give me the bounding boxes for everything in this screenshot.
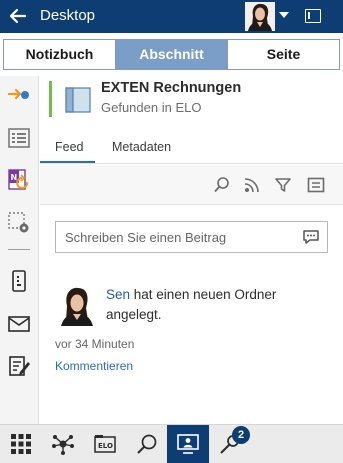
view-segments: Notizbuch Abschnitt Seite: [3, 39, 340, 70]
archive-button[interactable]: ELO: [84, 425, 126, 463]
post-user-link[interactable]: Sen: [106, 287, 130, 302]
rail-divider: [8, 249, 30, 250]
network-icon: [52, 435, 74, 455]
segment-seite[interactable]: Seite: [228, 40, 339, 69]
tab-feed[interactable]: Feed: [55, 140, 84, 154]
comment-link[interactable]: Kommentieren: [55, 359, 133, 373]
comment-bubble-icon[interactable]: [302, 229, 320, 245]
status-bar: [49, 81, 52, 117]
feed-content: Schreiben Sie einen Beitrag Sen hat eine…: [40, 206, 343, 424]
network-button[interactable]: [42, 425, 84, 463]
active-tab-indicator: [40, 161, 95, 163]
feed-tabs: Feed Metadaten: [40, 132, 343, 164]
apps-grid-icon: [11, 434, 31, 454]
svg-text:ELO: ELO: [98, 442, 113, 450]
segment-notizbuch[interactable]: Notizbuch: [4, 40, 116, 69]
search-icon[interactable]: [213, 176, 231, 194]
post-composer[interactable]: Schreiben Sie einen Beitrag: [55, 221, 328, 253]
post-timestamp: vor 34 Minuten: [55, 337, 135, 351]
rss-icon[interactable]: [243, 176, 261, 194]
notification-badge: 2: [232, 426, 250, 444]
composer-placeholder: Schreiben Sie einen Beitrag: [65, 230, 227, 245]
account-dropdown-icon[interactable]: [279, 11, 289, 19]
desktop-button[interactable]: [167, 425, 209, 463]
document-subtitle: Gefunden in ELO: [101, 100, 202, 115]
mail-icon[interactable]: [8, 313, 30, 335]
menu-icon[interactable]: [307, 176, 325, 194]
list-icon[interactable]: [8, 127, 30, 149]
feed-toolbar: [40, 165, 343, 205]
edit-document-icon[interactable]: [8, 355, 30, 377]
arrow-dot-icon[interactable]: [8, 83, 30, 105]
bottom-nav: ELO 2: [0, 424, 343, 463]
phone-icon[interactable]: [8, 270, 30, 292]
search-icon: [137, 434, 157, 454]
document-header: EXTEN Rechnungen Gefunden in ELO: [40, 76, 343, 132]
document-title: EXTEN Rechnungen: [101, 80, 242, 96]
left-rail: N: [0, 76, 39, 424]
svg-text:N: N: [11, 173, 18, 182]
onenote-refresh-icon[interactable]: N: [8, 169, 30, 191]
top-bar: Desktop: [0, 0, 343, 33]
window-title: Desktop: [40, 7, 96, 24]
user-avatar[interactable]: [245, 2, 275, 31]
selection-settings-icon[interactable]: [8, 212, 30, 234]
desktop-user-icon: [177, 434, 199, 454]
post-text: Sen hat einen neuen Ordner angelegt.: [106, 285, 326, 325]
folder-icon: [65, 87, 91, 113]
tab-metadaten[interactable]: Metadaten: [112, 140, 171, 154]
post-avatar[interactable]: [58, 286, 96, 326]
search-button[interactable]: [126, 425, 168, 463]
window-toggle-icon[interactable]: [305, 9, 321, 23]
back-arrow-icon[interactable]: [8, 6, 28, 26]
filter-icon[interactable]: [274, 176, 292, 194]
segment-abschnitt[interactable]: Abschnitt: [116, 40, 228, 69]
elo-archive-icon: ELO: [94, 435, 116, 453]
post-message: hat einen neuen Ordner angelegt.: [106, 287, 277, 322]
apps-grid-button[interactable]: [0, 425, 42, 463]
